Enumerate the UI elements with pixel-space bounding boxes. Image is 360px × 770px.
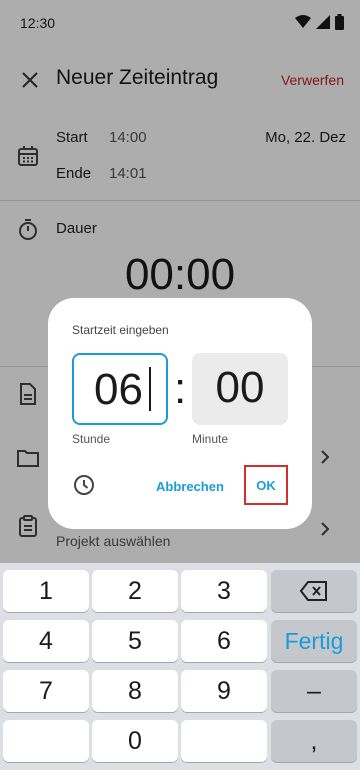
backspace-icon xyxy=(300,581,327,601)
key-8[interactable]: 8 xyxy=(92,670,178,712)
cancel-button[interactable]: Abbrechen xyxy=(156,479,224,494)
comma-key[interactable]: , xyxy=(271,720,357,762)
hour-value: 06 xyxy=(94,365,143,414)
key-1[interactable]: 1 xyxy=(3,570,89,612)
empty-key xyxy=(3,720,89,762)
key-5[interactable]: 5 xyxy=(92,620,178,662)
time-separator: : xyxy=(174,364,187,413)
time-input-dialog: Startzeit eingeben 06 : 00 Stunde Minute… xyxy=(48,298,312,529)
dialog-title: Startzeit eingeben xyxy=(72,323,169,337)
clock-icon[interactable] xyxy=(72,473,96,497)
ok-button[interactable]: OK xyxy=(244,465,288,505)
hour-label: Stunde xyxy=(72,432,111,446)
key-9[interactable]: 9 xyxy=(181,670,267,712)
minute-input[interactable]: 00 xyxy=(192,353,288,425)
key-2[interactable]: 2 xyxy=(92,570,178,612)
text-cursor xyxy=(149,367,151,411)
key-6[interactable]: 6 xyxy=(181,620,267,662)
key-0[interactable]: 0 xyxy=(92,720,178,762)
key-3[interactable]: 3 xyxy=(181,570,267,612)
done-key[interactable]: Fertig xyxy=(271,620,357,662)
minute-value: 00 xyxy=(215,363,265,412)
key-4[interactable]: 4 xyxy=(3,620,89,662)
numeric-keyboard: 1 2 3 4 5 6 Fertig 7 8 9 – 0 , xyxy=(0,563,360,770)
minute-label: Minute xyxy=(192,432,229,446)
backspace-key[interactable] xyxy=(271,570,357,612)
empty-key xyxy=(181,720,267,762)
key-7[interactable]: 7 xyxy=(3,670,89,712)
ok-label: OK xyxy=(256,477,276,493)
hour-input[interactable]: 06 xyxy=(72,353,168,425)
minus-key[interactable]: – xyxy=(271,670,357,712)
